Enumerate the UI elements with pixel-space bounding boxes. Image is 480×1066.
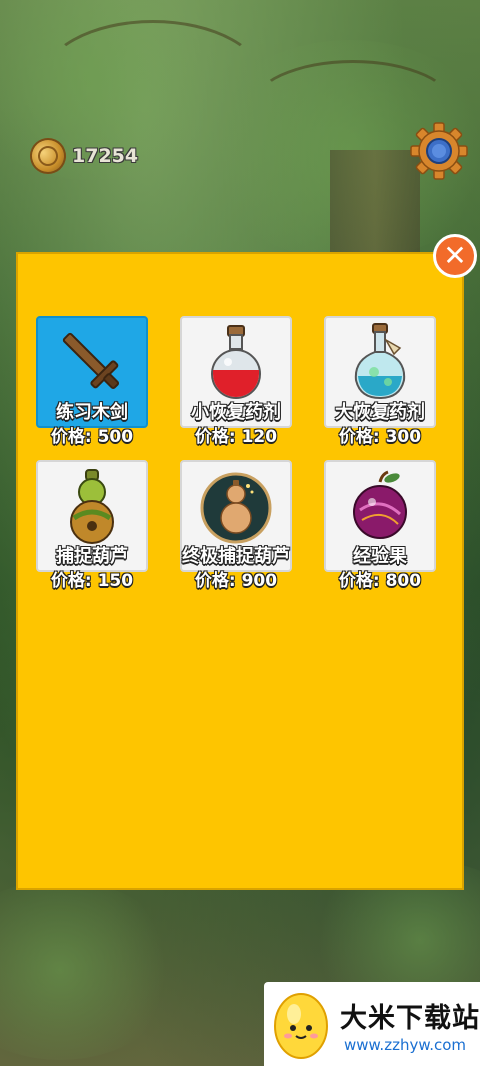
item-price: 价格: 900	[194, 571, 278, 591]
item-price: 价格: 300	[338, 427, 422, 447]
shop-item-small-potion[interactable]: 小恢复药剂 价格: 120	[180, 316, 292, 447]
item-price: 价格: 120	[194, 427, 278, 447]
coin-amount: 17254	[72, 145, 139, 167]
ultimate-gourd-icon	[200, 472, 272, 544]
coin-counter: 17254	[24, 132, 139, 180]
watermark-url: www.zzhyw.com	[344, 1036, 467, 1054]
egg-mascot-icon	[274, 993, 328, 1059]
item-price: 价格: 800	[338, 571, 422, 591]
item-name: 小恢复药剂	[191, 402, 281, 423]
shop-item-wooden-sword[interactable]: 练习木剑 价格: 500	[36, 316, 148, 447]
shop-item-ultimate-gourd[interactable]: 终极捕捉葫芦 价格: 900	[180, 460, 292, 591]
shop-item-large-potion[interactable]: 大恢复药剂 价格: 300	[324, 316, 436, 447]
item-name: 捕捉葫芦	[56, 546, 128, 567]
exp-fruit-icon	[353, 470, 407, 539]
item-name: 大恢复药剂	[335, 402, 425, 423]
blue-potion-icon	[354, 323, 406, 400]
gourd-icon	[70, 469, 114, 544]
watermark-title: 大米下载站	[340, 1003, 480, 1034]
wooden-sword-icon	[62, 332, 120, 390]
site-watermark: 大米下载站 www.zzhyw.com	[264, 982, 480, 1066]
red-potion-icon	[211, 325, 261, 399]
item-price: 价格: 150	[50, 571, 134, 591]
gold-coin-icon	[24, 132, 72, 180]
item-name: 练习木剑	[56, 402, 128, 423]
close-icon: ✕	[443, 239, 467, 272]
gear-icon[interactable]	[410, 122, 468, 180]
item-name: 终极捕捉葫芦	[182, 546, 290, 567]
close-button[interactable]: ✕	[433, 234, 477, 278]
shop-item-capture-gourd[interactable]: 捕捉葫芦 价格: 150	[36, 460, 148, 591]
shop-item-exp-fruit[interactable]: 经验果 价格: 800	[324, 460, 436, 591]
item-name: 经验果	[353, 546, 407, 567]
item-price: 价格: 500	[50, 427, 134, 447]
